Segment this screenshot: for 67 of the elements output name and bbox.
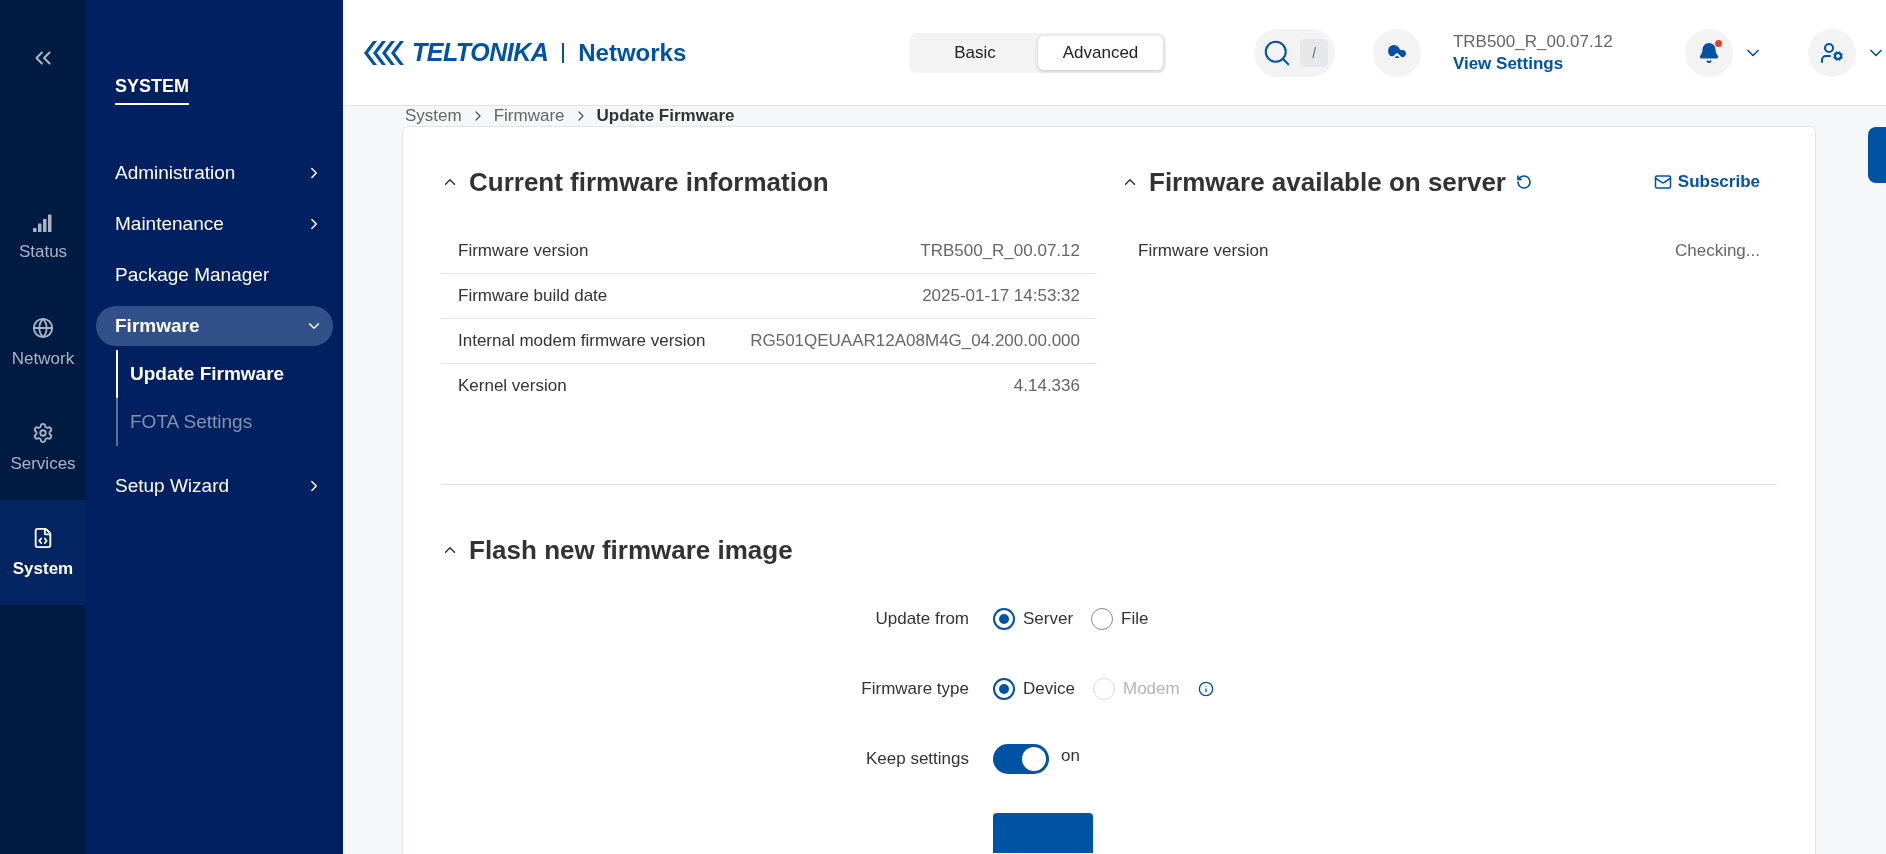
nav-rail-item[interactable]: System xyxy=(0,500,86,605)
radio-option[interactable]: Device xyxy=(993,678,1075,700)
envelope-icon xyxy=(1653,173,1672,191)
sidebar-item[interactable]: Package Manager xyxy=(96,255,333,295)
device-firmware-name: TRB500_R_00.07.12 xyxy=(1452,31,1613,52)
signal-bars-icon xyxy=(33,213,53,232)
sidebar-title: SYSTEM xyxy=(115,76,189,105)
field-label: Keep settings xyxy=(865,749,969,769)
info-label: Kernel version xyxy=(458,376,567,396)
mode-tab[interactable]: Basic xyxy=(912,35,1038,70)
sidebar-item[interactable]: Administration xyxy=(96,153,333,193)
gear-icon xyxy=(32,421,54,444)
info-icon[interactable] xyxy=(1197,681,1214,697)
code-file-icon xyxy=(32,526,54,549)
section-title: Flash new firmware image xyxy=(469,534,793,566)
info-value: RG501QEUAAR12A08M4G_04.200.00.000 xyxy=(750,331,1080,351)
sidebar-item-label: Package Manager xyxy=(115,264,270,286)
shortcut-key: / xyxy=(1300,38,1329,67)
nav-rail-label: Network xyxy=(11,348,75,369)
subscribe-link[interactable]: Subscribe xyxy=(1653,172,1760,192)
brand-logo-text: TELTONIKA xyxy=(412,38,549,67)
breadcrumb-item[interactable]: Firmware xyxy=(493,106,565,126)
globe-icon xyxy=(32,316,54,339)
refresh-icon[interactable] xyxy=(1515,174,1532,190)
sidebar-item-label: Maintenance xyxy=(115,213,224,235)
section-title: Firmware available on server xyxy=(1149,166,1506,198)
sidebar-subitem[interactable]: Update Firmware xyxy=(116,350,343,398)
breadcrumb-item: Update Firmware xyxy=(596,106,735,126)
nav-rail-item[interactable]: Status xyxy=(0,185,86,290)
info-label: Internal modem firmware version xyxy=(458,331,706,351)
radio-option[interactable]: Server xyxy=(993,608,1074,630)
toggle-switch[interactable] xyxy=(993,744,1049,774)
unread-dot xyxy=(1715,39,1723,47)
user-gear-icon xyxy=(1820,40,1845,65)
info-value: 4.14.336 xyxy=(1013,376,1080,396)
sidebar-item[interactable]: Firmware xyxy=(96,306,333,346)
field-label: Update from xyxy=(874,609,969,629)
bell-icon xyxy=(1698,41,1721,64)
mode-tab[interactable]: Advanced xyxy=(1037,35,1164,70)
info-label: Firmware build date xyxy=(458,286,608,306)
nav-rail-label: Services xyxy=(10,453,76,474)
search-button[interactable]: / xyxy=(1254,28,1335,77)
info-value: TRB500_R_00.07.12 xyxy=(920,241,1080,261)
info-label: Firmware version xyxy=(1138,241,1269,261)
nav-rail-item[interactable]: Network xyxy=(0,290,86,395)
info-label: Firmware version xyxy=(458,241,589,261)
product-name: Networks xyxy=(578,38,687,67)
radio-button[interactable] xyxy=(993,608,1015,630)
sidebar-item-label: Setup Wizard xyxy=(115,475,230,497)
sidebar-subitem[interactable]: FOTA Settings xyxy=(116,398,343,446)
section-title: Current firmware information xyxy=(469,166,829,198)
sidebar-item-label: Firmware xyxy=(115,315,200,337)
breadcrumb-item[interactable]: System xyxy=(405,106,462,126)
radio-button[interactable] xyxy=(993,678,1015,700)
view-settings-link[interactable]: View Settings xyxy=(1452,53,1613,74)
nav-rail-label: System xyxy=(12,558,74,579)
radio-option[interactable]: File xyxy=(1091,608,1149,630)
toggle-state: on xyxy=(1061,746,1080,766)
info-value: Checking... xyxy=(1674,241,1760,261)
side-panel-tab[interactable] xyxy=(1868,127,1886,183)
sidebar-item-label: Administration xyxy=(115,162,236,184)
sidebar-item[interactable]: Maintenance xyxy=(96,204,333,244)
info-value: 2025-01-17 14:53:32 xyxy=(922,286,1080,306)
nav-rail-item[interactable]: Services xyxy=(0,395,86,500)
sidebar-item[interactable]: Setup Wizard xyxy=(96,466,333,506)
field-label: Firmware type xyxy=(860,679,969,699)
nav-rail-label: Status xyxy=(18,241,68,262)
